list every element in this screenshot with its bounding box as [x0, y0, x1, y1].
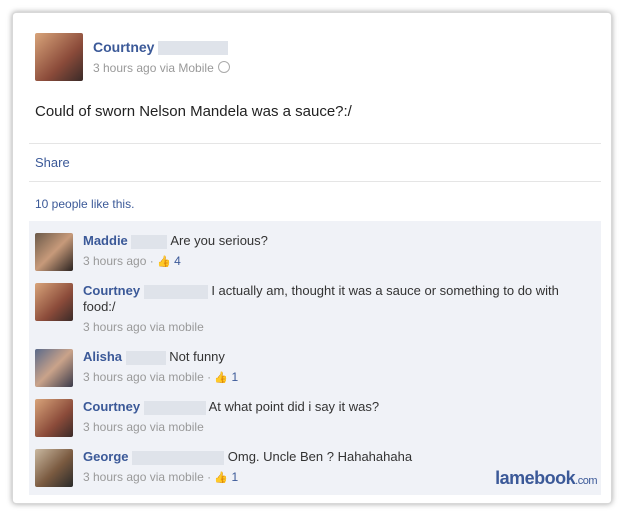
post-meta: 3 hours ago via Mobile	[93, 61, 214, 75]
divider	[29, 143, 601, 144]
thumbs-up-icon[interactable]: 👍	[214, 472, 228, 484]
commenter-name[interactable]: George	[83, 449, 129, 464]
redacted-surname	[158, 41, 229, 56]
poster-name[interactable]: Courtney	[93, 39, 154, 55]
lamebook-watermark: lamebook.com	[495, 468, 597, 488]
comment-meta: 3 hours ago via mobile	[83, 420, 204, 434]
post-text: Could of sworn Nelson Mandela was a sauc…	[35, 103, 352, 120]
commenter-name[interactable]: Alisha	[83, 349, 122, 364]
comment-text: Omg. Uncle Ben ? Hahahahaha	[227, 449, 413, 464]
comment-meta: 3 hours ago via mobile	[83, 370, 204, 384]
globe-icon	[217, 61, 230, 73]
likes-count[interactable]: 10 people like this.	[35, 197, 134, 211]
commenter-avatar[interactable]	[35, 449, 73, 487]
share-link[interactable]: Share	[35, 155, 70, 170]
poster-avatar[interactable]	[35, 33, 83, 81]
comment-text: Not funny	[169, 349, 225, 364]
thumbs-up-icon[interactable]: 👍	[214, 372, 228, 384]
commenter-avatar[interactable]	[35, 283, 73, 321]
comment-meta: 3 hours ago via mobile	[83, 470, 204, 484]
commenter-name[interactable]: Courtney	[83, 283, 140, 298]
comment-likes[interactable]: 1	[231, 470, 238, 484]
commenter-name[interactable]: Maddie	[83, 233, 128, 248]
comment-text: Are you serious?	[170, 233, 268, 248]
redacted-surname	[143, 400, 206, 415]
commenter-avatar[interactable]	[35, 349, 73, 387]
comment-likes[interactable]: 1	[231, 370, 238, 384]
comment-meta: 3 hours ago via mobile	[83, 320, 204, 334]
redacted-surname	[143, 284, 208, 299]
commenter-avatar[interactable]	[35, 233, 73, 271]
post-card: Courtney 3 hours ago via Mobile Could of…	[12, 12, 612, 504]
divider	[29, 181, 601, 182]
comment-meta: 3 hours ago	[83, 254, 147, 268]
redacted-surname	[125, 350, 166, 365]
redacted-surname	[132, 450, 225, 465]
comment-text: At what point did i say it was?	[208, 399, 380, 414]
comment-likes[interactable]: 4	[174, 254, 181, 268]
redacted-surname	[131, 234, 168, 249]
commenter-avatar[interactable]	[35, 399, 73, 437]
thumbs-up-icon[interactable]: 👍	[157, 256, 171, 268]
commenter-name[interactable]: Courtney	[83, 399, 140, 414]
